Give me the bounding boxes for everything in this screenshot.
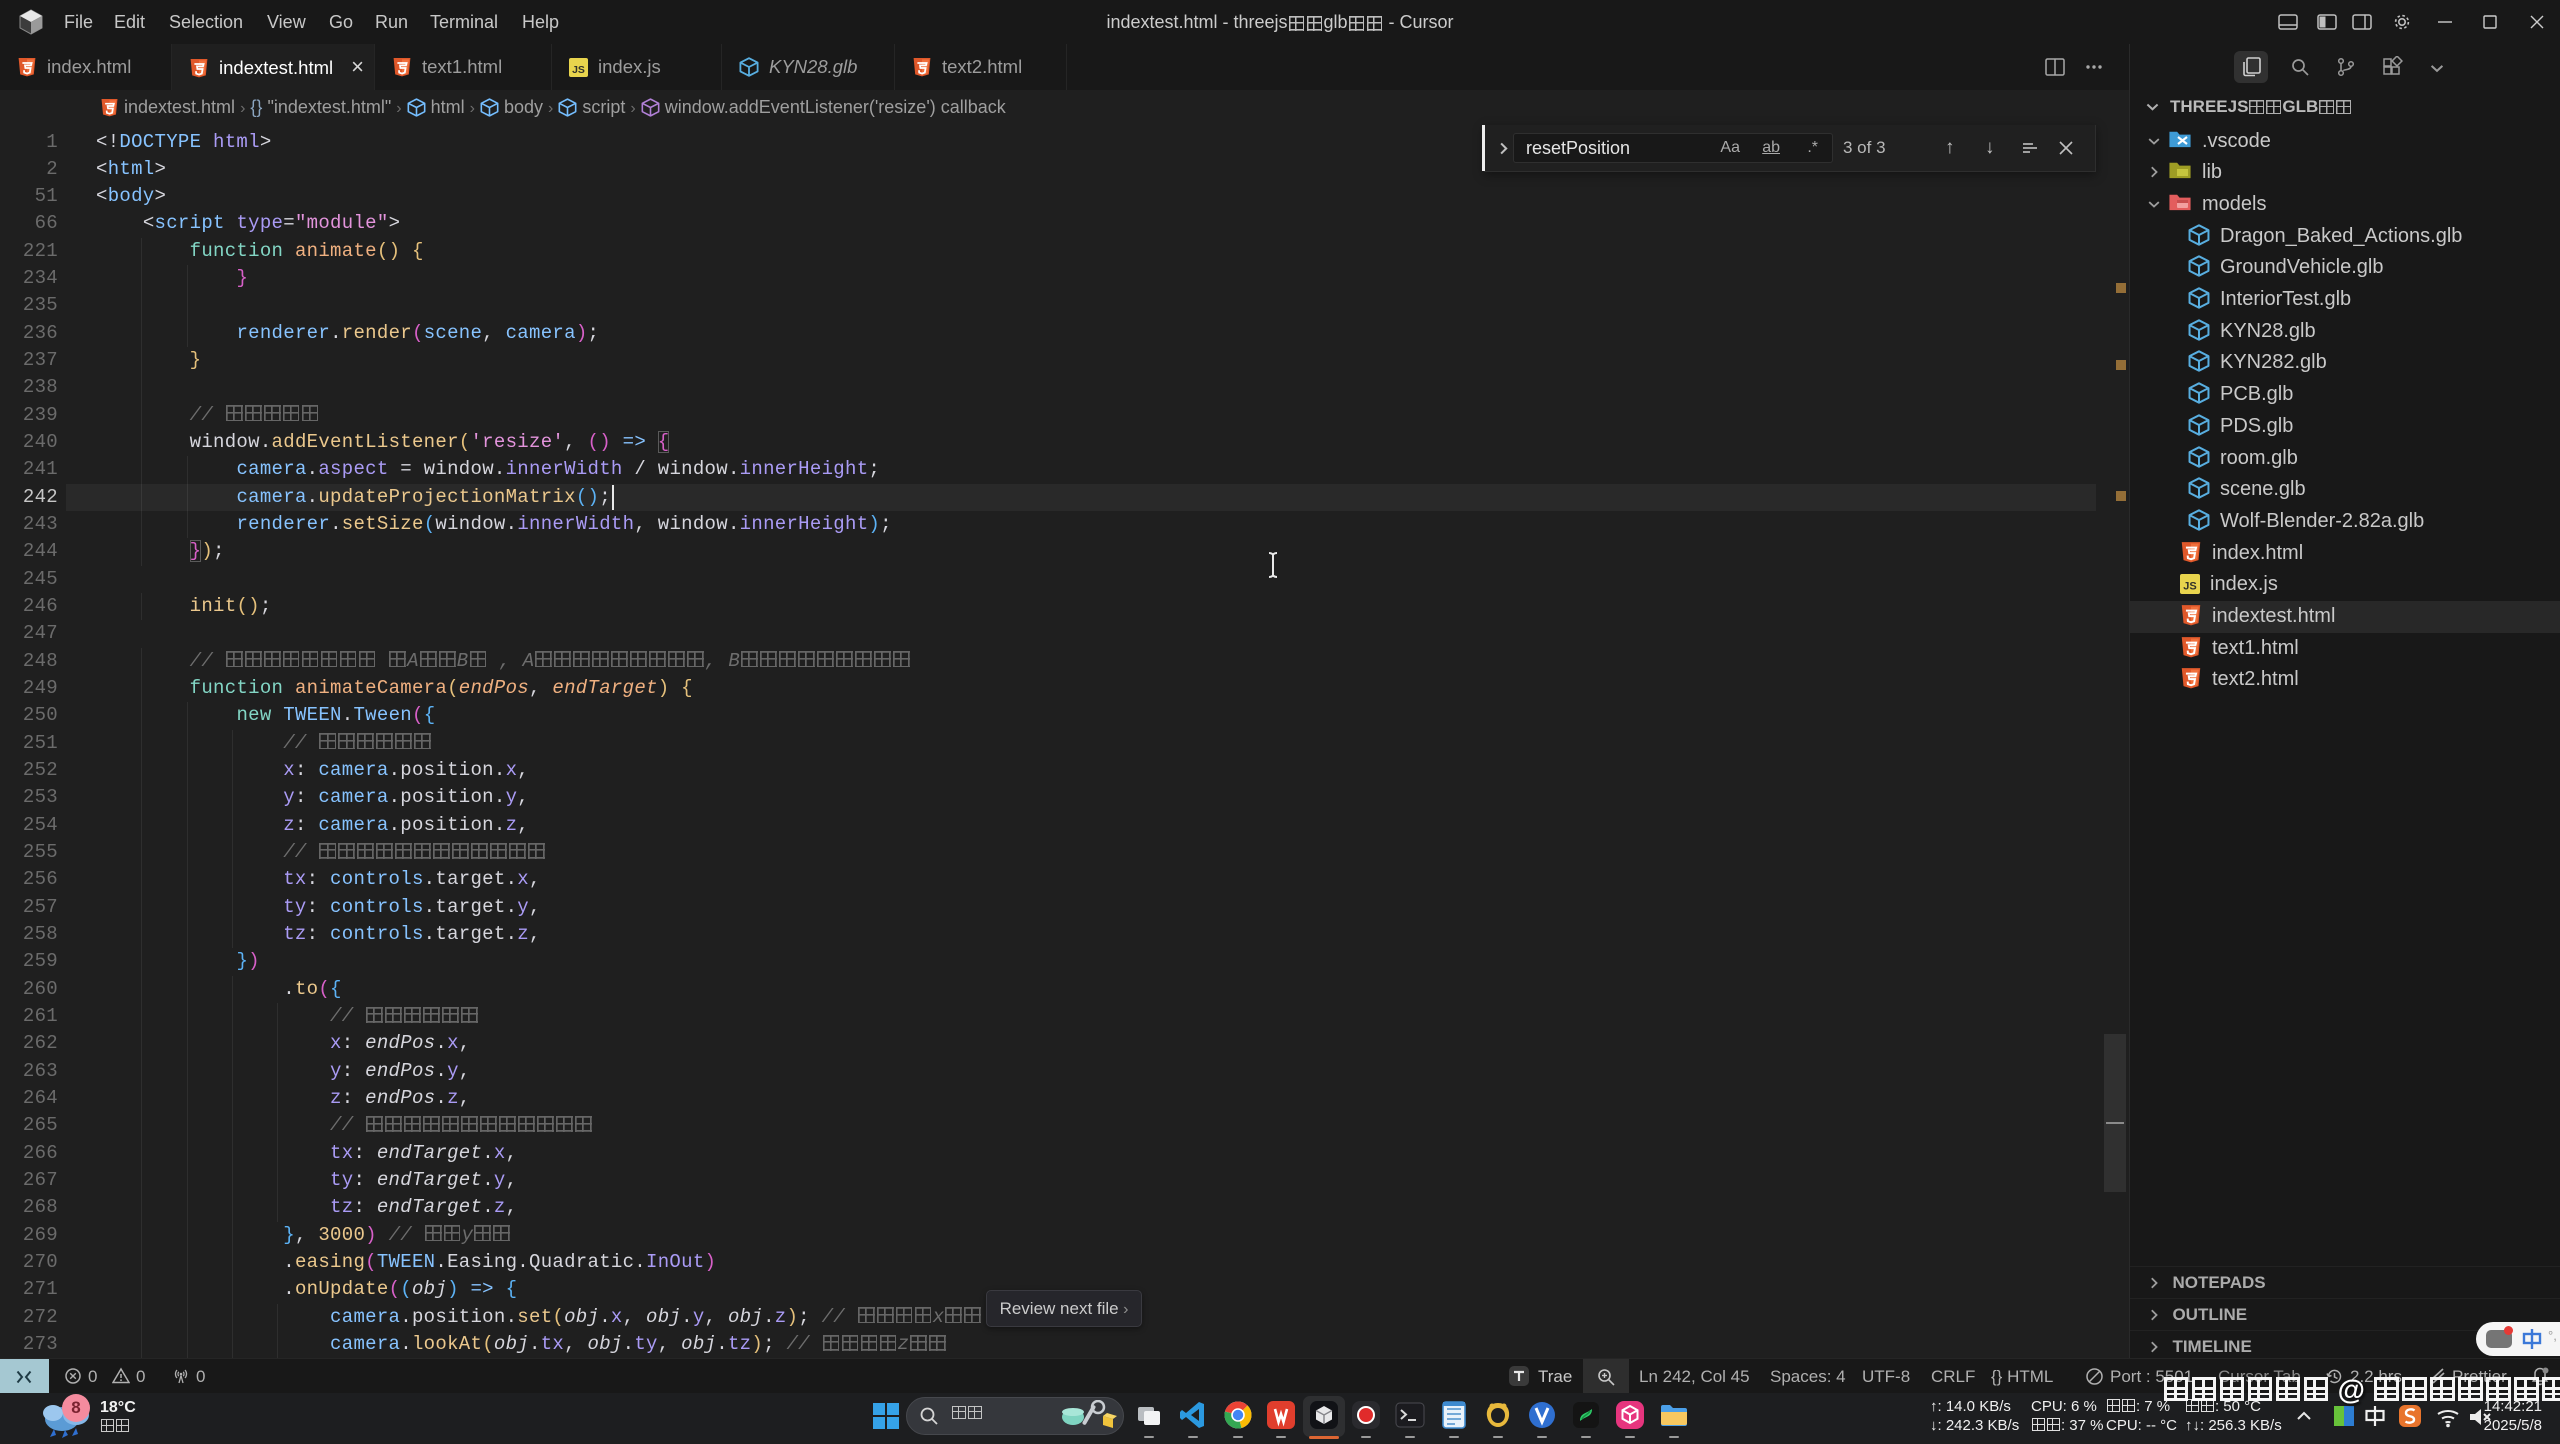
svg-text:JS: JS	[2183, 581, 2196, 593]
